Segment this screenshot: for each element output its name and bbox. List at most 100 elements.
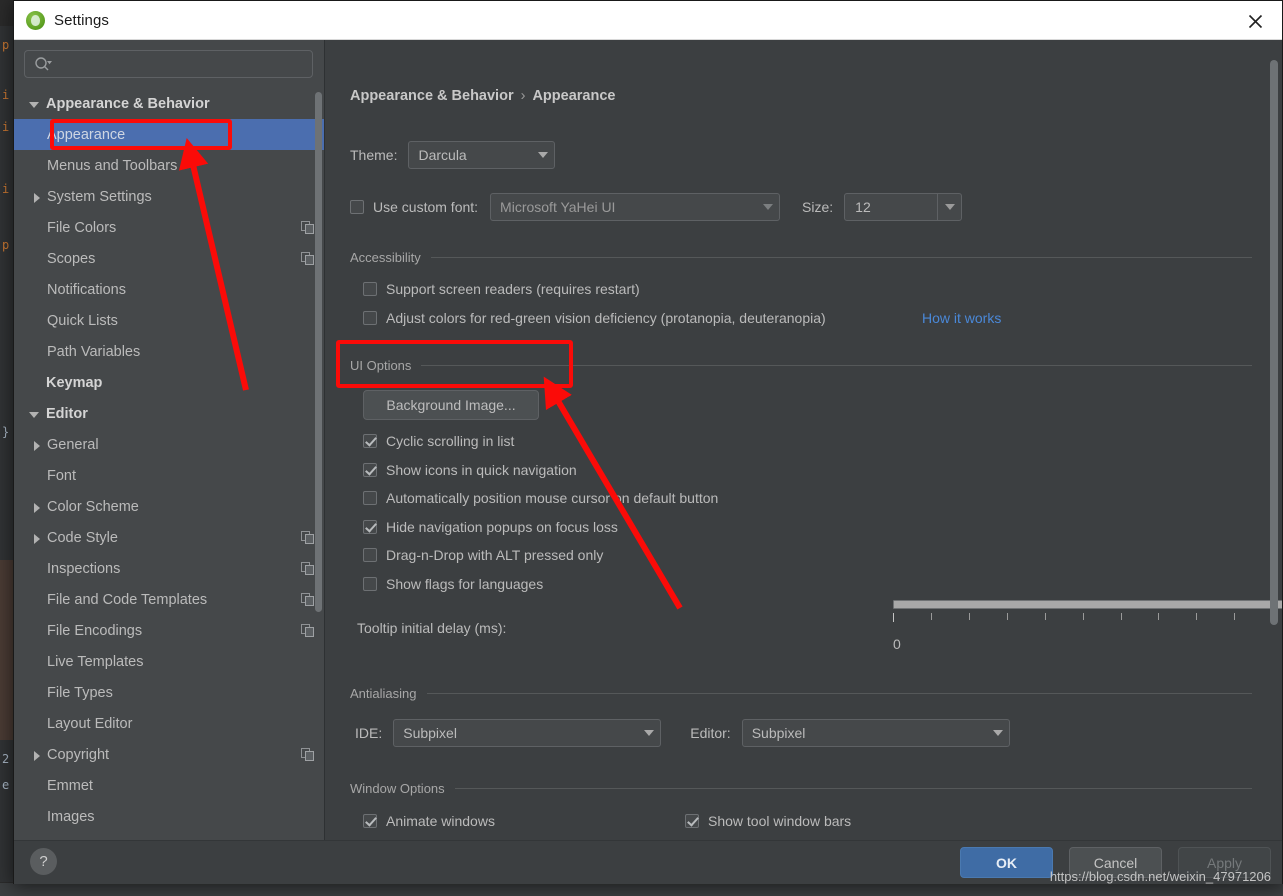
sidebar-item-file-encodings[interactable]: File Encodings <box>14 615 324 646</box>
ui-option-cyclic-scrolling-in-list-checkbox[interactable]: Cyclic scrolling in list <box>363 433 514 449</box>
show-tool-window-bars-checkbox[interactable]: Show tool window bars <box>685 813 851 829</box>
sidebar-scrollbar[interactable] <box>315 92 322 612</box>
chevron-right-icon[interactable] <box>29 747 45 763</box>
ui-option-automatically-position-mouse-cursor-on-default-button-checkbox[interactable]: Automatically position mouse cursor on d… <box>363 490 718 506</box>
slider-track[interactable] <box>893 600 1282 609</box>
divider <box>430 257 1252 258</box>
chevron-down-icon <box>757 204 779 210</box>
animate-windows-checkbox[interactable]: Animate windows <box>363 813 495 829</box>
sidebar-item-label: Live Templates <box>47 653 144 670</box>
slider-tick <box>1158 613 1160 620</box>
sidebar-item-file-and-code-templates[interactable]: File and Code Templates <box>14 584 324 615</box>
support-screen-readers-checkbox[interactable]: Support screen readers (requires restart… <box>363 281 640 297</box>
sidebar-item-images[interactable]: Images <box>14 801 324 832</box>
sidebar-item-quick-lists[interactable]: Quick Lists <box>14 305 324 336</box>
accessibility-title: Accessibility <box>350 250 421 265</box>
chevron-right-icon[interactable] <box>29 499 45 515</box>
ui-option-label: Show icons in quick navigation <box>386 461 577 478</box>
help-icon[interactable]: ? <box>30 848 57 875</box>
ui-option-hide-navigation-popups-on-focus-loss-checkbox[interactable]: Hide navigation popups on focus loss <box>363 519 618 535</box>
adjust-colors-checkbox[interactable]: Adjust colors for red-green vision defic… <box>363 310 826 326</box>
sidebar-item-font[interactable]: Font <box>14 460 324 491</box>
ok-button[interactable]: OK <box>960 847 1053 878</box>
editor-antialiasing-select[interactable]: Subpixel <box>741 719 1010 747</box>
how-it-works-link[interactable]: How it works <box>922 310 1001 326</box>
background-code-line: i <box>2 88 10 102</box>
sidebar-item-appearance[interactable]: Appearance <box>14 119 324 150</box>
sidebar-item-label: Font <box>47 467 77 484</box>
ide-antialiasing-value: Subpixel <box>403 725 457 741</box>
theme-select[interactable]: Darcula <box>408 141 556 169</box>
animate-windows-label: Animate windows <box>386 813 495 829</box>
sidebar-item-label: Copyright <box>47 746 110 763</box>
sidebar-item-file-colors[interactable]: File Colors <box>14 212 324 243</box>
ui-option-label: Hide navigation popups on focus loss <box>386 518 618 535</box>
settings-tree[interactable]: Appearance & Behavior Appearance Menus and… <box>14 88 324 840</box>
editor-antialiasing-label: Editor: <box>690 725 731 741</box>
sidebar-item-label: File Encodings <box>47 622 143 639</box>
adjust-colors-label: Adjust colors for red-green vision defic… <box>386 310 826 326</box>
sidebar-item-system-settings[interactable]: System Settings <box>14 181 324 212</box>
sidebar-item-editor[interactable]: Editor <box>14 398 324 429</box>
background-status-bar <box>0 882 1283 896</box>
sidebar-item-copyright[interactable]: Copyright <box>14 739 324 770</box>
checkbox-box <box>363 491 377 505</box>
sidebar-item-label: General <box>47 436 99 453</box>
sidebar-item-keymap[interactable]: Keymap <box>14 367 324 398</box>
sidebar-item-layout-editor[interactable]: Layout Editor <box>14 708 324 739</box>
search-input[interactable] <box>24 50 313 78</box>
theme-select-value: Darcula <box>418 147 467 163</box>
breadcrumb-root[interactable]: Appearance & Behavior <box>350 88 514 104</box>
font-size-stepper[interactable]: 12 <box>844 193 963 221</box>
background-image-button[interactable]: Background Image... <box>363 390 539 420</box>
use-custom-font-label: Use custom font: <box>373 199 479 215</box>
chevron-right-icon[interactable] <box>29 437 45 453</box>
chevron-down-icon[interactable] <box>937 194 961 220</box>
ui-option-show-icons-in-quick-navigation-checkbox[interactable]: Show icons in quick navigation <box>363 462 577 478</box>
chevron-right-icon[interactable] <box>29 189 45 205</box>
ui-option-label: Automatically position mouse cursor on d… <box>386 490 719 506</box>
chevron-down-icon[interactable] <box>26 96 42 112</box>
editor-antialiasing-value: Subpixel <box>751 725 806 741</box>
sidebar-item-label: Notifications <box>47 281 126 298</box>
sidebar-item-label: Emmet <box>47 777 93 794</box>
antialiasing-row: IDE: Subpixel Editor: Subpixel <box>355 719 1010 747</box>
checkbox-box <box>363 519 377 534</box>
sidebar-item-live-templates[interactable]: Live Templates <box>14 646 324 677</box>
sidebar-item-code-style[interactable]: Code Style <box>14 522 324 553</box>
chevron-right-icon[interactable] <box>29 530 45 546</box>
close-icon[interactable] <box>1236 6 1274 36</box>
ok-button-label: OK <box>996 854 1017 871</box>
sidebar-item-file-types[interactable]: File Types <box>14 677 324 708</box>
chevron-down-icon[interactable] <box>26 406 42 422</box>
sidebar-item-path-variables[interactable]: Path Variables <box>14 336 324 367</box>
ide-antialiasing-select[interactable]: Subpixel <box>393 719 662 747</box>
chevron-down-icon <box>987 730 1009 736</box>
sidebar-item-notifications[interactable]: Notifications <box>14 274 324 305</box>
breadcrumb-separator: › <box>520 88 526 104</box>
custom-font-select[interactable]: Microsoft YaHei UI <box>490 193 781 221</box>
sidebar-item-menus-and-toolbars[interactable]: Menus and Toolbars <box>14 150 324 181</box>
tooltip-delay-slider[interactable]: 0 1200 <box>893 600 1282 652</box>
sidebar-item-general[interactable]: General <box>14 429 324 460</box>
ui-option-drag-n-drop-with-alt-pressed-only-checkbox[interactable]: Drag-n-Drop with ALT pressed only <box>363 547 603 563</box>
sidebar-item-appearance-behavior[interactable]: Appearance & Behavior <box>14 88 324 119</box>
ui-option-show-flags-for-languages-checkbox[interactable]: Show flags for languages <box>363 576 543 592</box>
background-code-line: } <box>2 425 10 439</box>
use-custom-font-checkbox[interactable]: Use custom font: <box>350 199 478 215</box>
checkbox-box <box>685 814 699 828</box>
main-panel-scrollbar[interactable] <box>1270 60 1278 625</box>
theme-row: Theme: Darcula <box>350 141 556 169</box>
sidebar-item-inspections[interactable]: Inspections <box>14 553 324 584</box>
sidebar-item-scopes[interactable]: Scopes <box>14 243 324 274</box>
sidebar-item-color-scheme[interactable]: Color Scheme <box>14 491 324 522</box>
sidebar-item-emmet[interactable]: Emmet <box>14 770 324 801</box>
search-container <box>14 40 324 86</box>
sidebar-item-label: File and Code Templates <box>47 591 208 608</box>
sidebar-item-label: Scopes <box>47 250 96 267</box>
divider <box>426 693 1252 694</box>
